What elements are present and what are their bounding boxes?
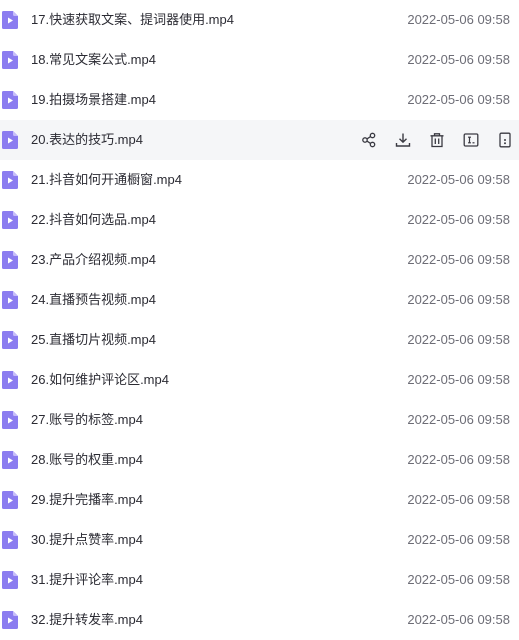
- file-row[interactable]: 32.提升转发率.mp4 2022-05-06 09:58: [0, 600, 519, 640]
- file-row[interactable]: 26.如何维护评论区.mp4 2022-05-06 09:58: [0, 360, 519, 400]
- share-button[interactable]: [356, 127, 382, 153]
- video-file-icon: [2, 371, 18, 389]
- video-file-icon: [2, 51, 18, 69]
- file-row[interactable]: 29.提升完播率.mp4 2022-05-06 09:58: [0, 480, 519, 520]
- video-file-icon: [2, 331, 18, 349]
- rename-icon: [463, 132, 479, 148]
- file-row[interactable]: 31.提升评论率.mp4 2022-05-06 09:58: [0, 560, 519, 600]
- file-date: 2022-05-06 09:58: [407, 532, 510, 547]
- file-name[interactable]: 28.账号的权重.mp4: [31, 440, 143, 480]
- file-date: 2022-05-06 09:58: [407, 332, 510, 347]
- share-icon: [361, 132, 377, 148]
- rename-button[interactable]: [458, 127, 484, 153]
- file-date: 2022-05-06 09:58: [407, 172, 510, 187]
- file-row[interactable]: 22.抖音如何选品.mp4 2022-05-06 09:58: [0, 200, 519, 240]
- more-button[interactable]: [492, 127, 518, 153]
- file-date: 2022-05-06 09:58: [407, 372, 510, 387]
- file-name[interactable]: 21.抖音如何开通橱窗.mp4: [31, 160, 182, 200]
- file-name[interactable]: 24.直播预告视频.mp4: [31, 280, 156, 320]
- delete-icon: [429, 132, 445, 148]
- file-date: 2022-05-06 09:58: [407, 412, 510, 427]
- video-file-icon: [2, 291, 18, 309]
- file-row[interactable]: 23.产品介绍视频.mp4 2022-05-06 09:58: [0, 240, 519, 280]
- file-row[interactable]: 30.提升点赞率.mp4 2022-05-06 09:58: [0, 520, 519, 560]
- file-row[interactable]: 27.账号的标签.mp4 2022-05-06 09:58: [0, 400, 519, 440]
- file-date: 2022-05-06 09:58: [407, 292, 510, 307]
- video-file-icon: [2, 91, 18, 109]
- file-name[interactable]: 23.产品介绍视频.mp4: [31, 240, 156, 280]
- file-date: 2022-05-06 09:58: [407, 612, 510, 627]
- file-name[interactable]: 17.快速获取文案、提词器使用.mp4: [31, 0, 234, 40]
- file-date: 2022-05-06 09:58: [407, 52, 510, 67]
- video-file-icon: [2, 451, 18, 469]
- file-list: 17.快速获取文案、提词器使用.mp4 2022-05-06 09:58 18.常见…: [0, 0, 519, 635]
- file-name[interactable]: 30.提升点赞率.mp4: [31, 520, 143, 560]
- file-row[interactable]: 19.拍摄场景搭建.mp4 2022-05-06 09:58: [0, 80, 519, 120]
- file-row[interactable]: 28.账号的权重.mp4 2022-05-06 09:58: [0, 440, 519, 480]
- file-row[interactable]: 20.表达的技巧.mp4: [0, 120, 519, 160]
- video-file-icon: [2, 131, 18, 149]
- file-name[interactable]: 22.抖音如何选品.mp4: [31, 200, 156, 240]
- file-name[interactable]: 25.直播切片视频.mp4: [31, 320, 156, 360]
- file-date: 2022-05-06 09:58: [407, 252, 510, 267]
- file-date: 2022-05-06 09:58: [407, 12, 510, 27]
- file-name[interactable]: 18.常见文案公式.mp4: [31, 40, 156, 80]
- file-row[interactable]: 17.快速获取文案、提词器使用.mp4 2022-05-06 09:58: [0, 0, 519, 40]
- file-name[interactable]: 26.如何维护评论区.mp4: [31, 360, 169, 400]
- file-name[interactable]: 31.提升评论率.mp4: [31, 560, 143, 600]
- video-file-icon: [2, 411, 18, 429]
- file-date: 2022-05-06 09:58: [407, 572, 510, 587]
- file-date: 2022-05-06 09:58: [407, 92, 510, 107]
- row-actions: [356, 120, 519, 160]
- file-name[interactable]: 27.账号的标签.mp4: [31, 400, 143, 440]
- video-file-icon: [2, 211, 18, 229]
- file-name[interactable]: 29.提升完播率.mp4: [31, 480, 143, 520]
- download-button[interactable]: [390, 127, 416, 153]
- video-file-icon: [2, 11, 18, 29]
- video-file-icon: [2, 571, 18, 589]
- file-row[interactable]: 21.抖音如何开通橱窗.mp4 2022-05-06 09:58: [0, 160, 519, 200]
- video-file-icon: [2, 251, 18, 269]
- delete-button[interactable]: [424, 127, 450, 153]
- file-row[interactable]: 25.直播切片视频.mp4 2022-05-06 09:58: [0, 320, 519, 360]
- file-row[interactable]: 24.直播预告视频.mp4 2022-05-06 09:58: [0, 280, 519, 320]
- file-name[interactable]: 19.拍摄场景搭建.mp4: [31, 80, 156, 120]
- file-date: 2022-05-06 09:58: [407, 212, 510, 227]
- file-name[interactable]: 32.提升转发率.mp4: [31, 600, 143, 640]
- video-file-icon: [2, 171, 18, 189]
- more-icon: [497, 132, 513, 148]
- video-file-icon: [2, 531, 18, 549]
- file-date: 2022-05-06 09:58: [407, 452, 510, 467]
- file-name[interactable]: 20.表达的技巧.mp4: [31, 120, 143, 160]
- file-row[interactable]: 18.常见文案公式.mp4 2022-05-06 09:58: [0, 40, 519, 80]
- download-icon: [395, 132, 411, 148]
- video-file-icon: [2, 611, 18, 629]
- file-date: 2022-05-06 09:58: [407, 492, 510, 507]
- video-file-icon: [2, 491, 18, 509]
